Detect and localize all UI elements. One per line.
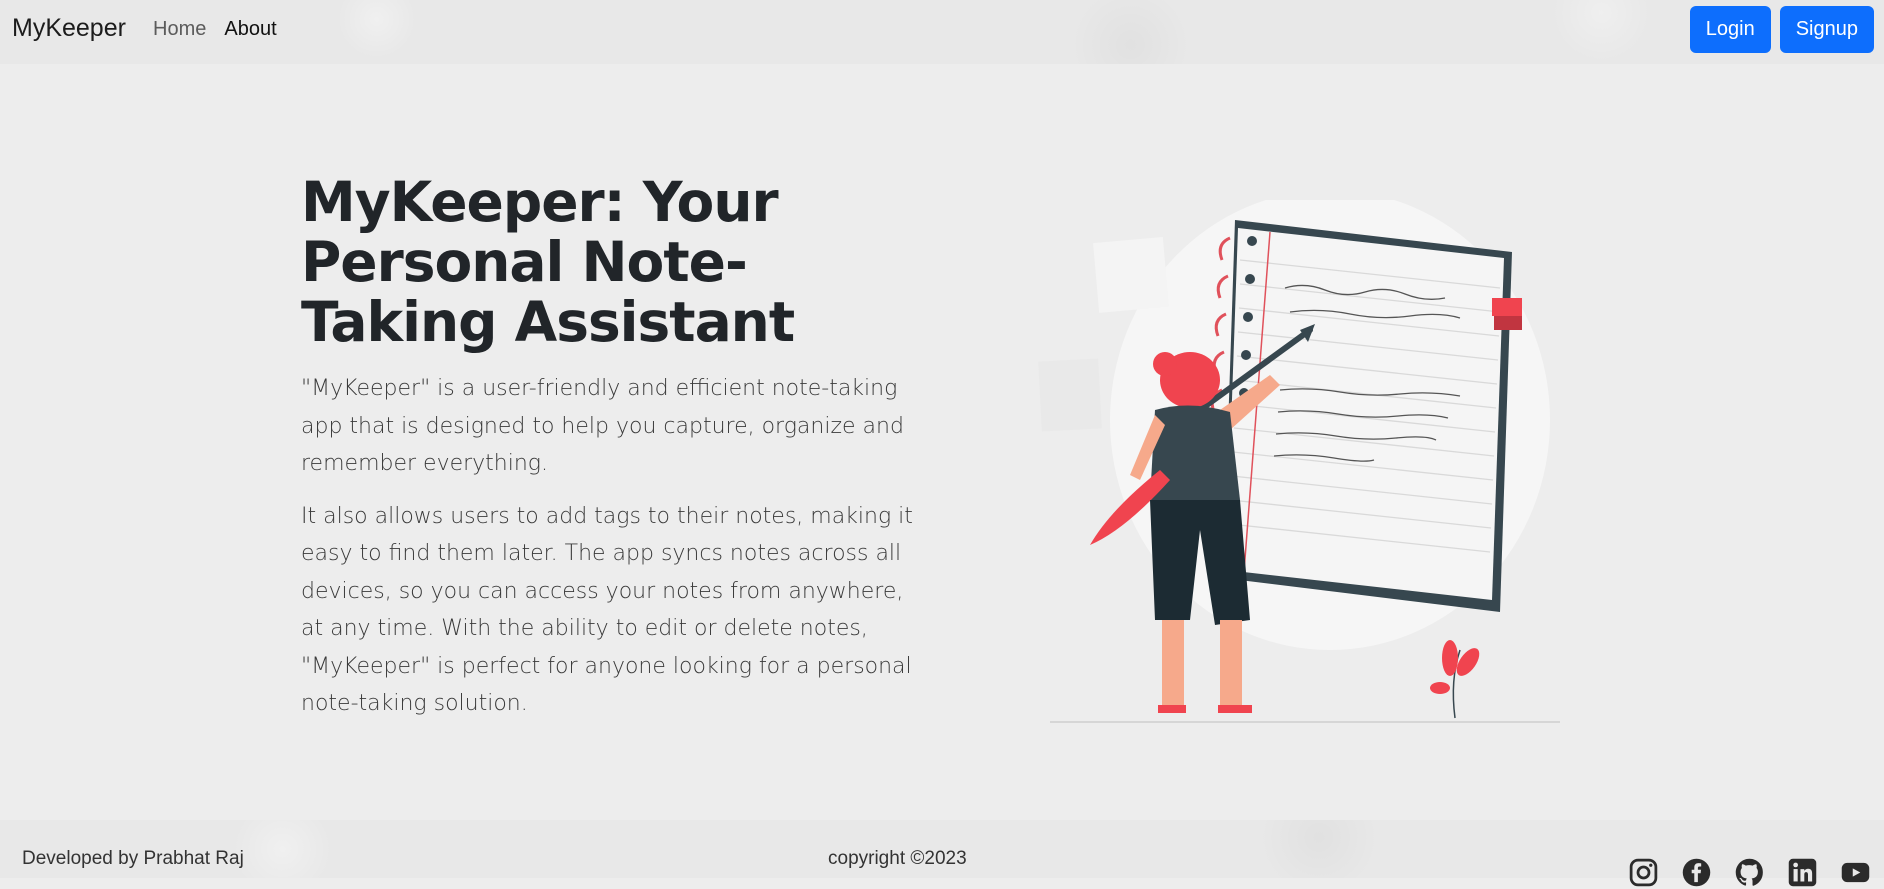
footer-copyright: copyright ©2023: [828, 848, 967, 869]
hero-paragraph-2: It also allows users to add tags to thei…: [301, 503, 913, 717]
brand-link[interactable]: MyKeeper: [12, 14, 126, 43]
nav-link-home[interactable]: Home: [153, 18, 206, 41]
hero-paragraph-1: "MyKeeper" is a user-friendly and effici…: [301, 376, 904, 476]
signup-button[interactable]: Signup: [1779, 6, 1874, 53]
github-icon[interactable]: [1733, 856, 1766, 889]
navbar: MyKeeper Home About Login Signup: [0, 0, 1884, 64]
footer-developer: Developed by Prabhat Raj: [22, 848, 244, 869]
login-button[interactable]: Login: [1689, 6, 1771, 53]
auth-buttons: Login Signup: [1689, 6, 1874, 53]
instagram-icon[interactable]: [1627, 856, 1660, 889]
hero-title: MyKeeper: Your Personal Note-Taking Assi…: [301, 170, 795, 354]
linkedin-icon[interactable]: [1786, 856, 1819, 889]
footer: Developed by Prabhat Raj copyright ©2023: [0, 820, 1884, 887]
social-links: [1627, 856, 1872, 889]
youtube-icon[interactable]: [1839, 856, 1872, 889]
nav-link-about[interactable]: About: [224, 18, 276, 41]
note-taking-illustration: [1038, 200, 1560, 723]
hero-text: MyKeeper: Your Personal Note-Taking Assi…: [301, 172, 921, 738]
nav-links: Home About: [153, 18, 277, 41]
facebook-icon[interactable]: [1680, 856, 1713, 889]
